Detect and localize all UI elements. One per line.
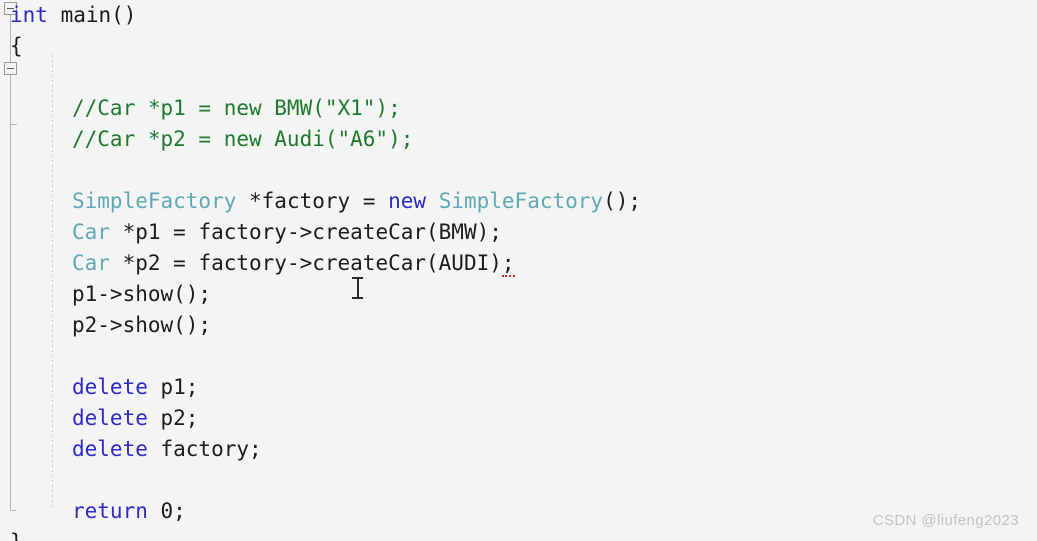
code-token-plain: main() [47, 3, 137, 27]
code-token-plain: p1->show(); [72, 282, 212, 306]
code-token-plain: p2; [147, 406, 199, 430]
code-line[interactable]: p2->show(); [72, 310, 211, 341]
code-token-type: Car [72, 220, 110, 244]
code-line[interactable]: delete p2; [72, 403, 198, 434]
code-line[interactable]: delete factory; [72, 434, 262, 465]
code-line[interactable]: delete p1; [72, 372, 198, 403]
ibeam-cap-bottom [352, 297, 363, 299]
code-token-type: SimpleFactory [72, 189, 237, 213]
code-token-plain: *factory = [236, 189, 389, 213]
code-text-area[interactable]: int main() { //Car *p1 = new BMW("X1"); //C… [10, 0, 1020, 541]
code-token-kw: return [72, 499, 148, 523]
mouse-ibeam-cursor [352, 276, 363, 300]
code-token-kw: new [388, 189, 427, 213]
code-token-err-semi: ; [501, 251, 515, 277]
code-token-plain: *p2 = factory->createCar(AUDI) [109, 251, 502, 275]
code-token-kw: delete [72, 437, 148, 461]
watermark: CSDN @liufeng2023 [872, 512, 1019, 529]
code-line[interactable]: { [10, 31, 23, 62]
code-line[interactable]: } [10, 527, 23, 541]
code-editor-screenshot: int main() { //Car *p1 = new BMW("X1"); //C… [0, 0, 1037, 541]
code-token-kw: delete [72, 375, 148, 399]
code-token-type: SimpleFactory [438, 189, 604, 213]
code-token-plain: p2->show(); [72, 313, 212, 337]
code-token-type: Car [72, 251, 110, 275]
code-line[interactable]: SimpleFactory *factory = new SimpleFacto… [72, 186, 641, 217]
code-token-plain: *p1 = factory->createCar(BMW); [109, 220, 502, 244]
code-token-plain: p1; [147, 375, 199, 399]
code-token-plain: factory; [147, 437, 262, 461]
code-line[interactable]: p1->show(); [72, 279, 211, 310]
code-line[interactable]: int main() [10, 0, 136, 31]
ibeam-bar [357, 278, 359, 298]
code-line[interactable]: //Car *p1 = new BMW("X1"); [72, 93, 401, 124]
code-token-cmt: //Car *p2 = new Audi("A6"); [72, 127, 414, 151]
code-token-plain: 0; [147, 499, 186, 523]
code-token-kw: delete [72, 406, 148, 430]
code-line[interactable]: //Car *p2 = new Audi("A6"); [72, 124, 413, 155]
code-token-plain: { [10, 34, 23, 58]
code-token-plain: (); [603, 189, 641, 213]
code-line[interactable]: Car *p1 = factory->createCar(BMW); [72, 217, 502, 248]
code-token-plain: } [10, 530, 23, 541]
code-line[interactable]: Car *p2 = factory->createCar(AUDI); [72, 248, 515, 279]
code-token-cmt: //Car *p1 = new BMW("X1"); [72, 96, 401, 120]
code-token-kw: int [10, 3, 48, 27]
code-line[interactable]: return 0; [72, 496, 186, 527]
